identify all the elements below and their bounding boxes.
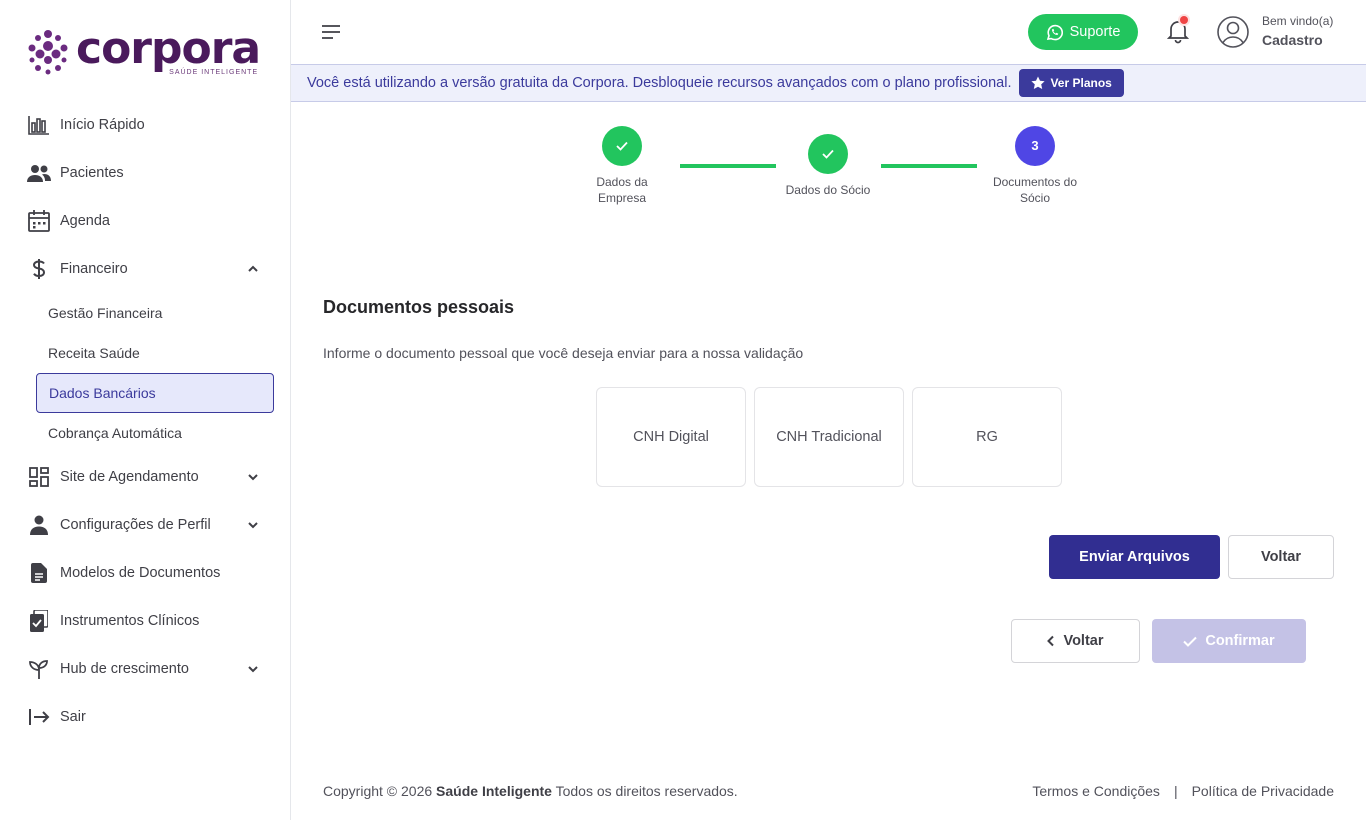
users-icon	[27, 161, 51, 185]
footer-divider: |	[1173, 783, 1178, 799]
check-icon	[616, 141, 628, 151]
step-dados-empresa: Dados da Empresa	[567, 126, 677, 206]
previous-step-button[interactable]: Voltar	[1011, 619, 1140, 663]
view-plans-label: Ver Planos	[1050, 76, 1112, 90]
step-documentos-socio: 3 Documentos do Sócio	[980, 126, 1090, 206]
sidebar-item-modelos-documentos[interactable]: Modelos de Documentos	[0, 549, 290, 597]
support-button-label: Suporte	[1069, 24, 1121, 40]
support-button[interactable]: Suporte	[1028, 14, 1138, 50]
sprout-icon	[27, 657, 51, 681]
copyright-prefix: Copyright © 2026	[323, 783, 433, 799]
sidebar-item-sair[interactable]: Sair	[0, 693, 290, 741]
sidebar-item-label: Início Rápido	[60, 117, 145, 133]
sidebar-item-label: Hub de crescimento	[60, 661, 189, 677]
sidebar-item-configuracoes-perfil[interactable]: Configurações de Perfil	[0, 501, 290, 549]
grid-icon	[27, 465, 51, 489]
chevron-left-icon	[1047, 635, 1055, 647]
step-label: Documentos do	[992, 175, 1078, 189]
upgrade-banner: Você está utilizando a versão gratuita d…	[291, 64, 1366, 102]
sidebar-item-site-agendamento[interactable]: Site de Agendamento	[0, 453, 290, 501]
send-files-button[interactable]: Enviar Arquivos	[1049, 535, 1220, 579]
document-type-options: CNH Digital CNH Tradicional RG	[596, 387, 1062, 487]
check-icon	[822, 149, 834, 159]
sidebar-item-label: Sair	[60, 709, 86, 725]
sidebar-subitem-cobranca-automatica[interactable]: Cobrança Automática	[0, 413, 290, 453]
step-dados-socio: Dados do Sócio	[773, 134, 883, 198]
sidebar-item-label: Financeiro	[60, 261, 128, 277]
sidebar-item-instrumentos-clinicos[interactable]: Instrumentos Clínicos	[0, 597, 290, 645]
logout-icon	[27, 705, 51, 729]
star-icon	[1031, 76, 1046, 89]
sidebar-subitem-gestao-financeira[interactable]: Gestão Financeira	[0, 293, 290, 333]
step-current-circle: 3	[1015, 126, 1055, 166]
user-greeting: Bem vindo(a)	[1262, 14, 1334, 28]
sidebar-item-agenda[interactable]: Agenda	[0, 197, 290, 245]
brand-name: corpora	[76, 23, 261, 74]
app-root: corpora SAÚDE INTELIGENTE Início Rápido	[0, 0, 1366, 820]
sidebar-nav: Início Rápido Pacientes Agenda Financeir…	[0, 101, 290, 741]
check-icon	[1183, 636, 1198, 647]
step-connector	[881, 164, 977, 168]
step-label: Sócio	[1019, 191, 1051, 205]
copyright-suffix: Todos os direitos reservados.	[555, 783, 738, 799]
step-label: Dados do Sócio	[785, 183, 871, 197]
step-complete-circle	[808, 134, 848, 174]
section-description: Informe o documento pessoal que você des…	[323, 345, 804, 361]
whatsapp-icon	[1046, 24, 1063, 40]
sidebar-item-pacientes[interactable]: Pacientes	[0, 149, 290, 197]
sidebar-item-label: Configurações de Perfil	[60, 517, 211, 533]
previous-step-label: Voltar	[1063, 633, 1104, 649]
step-label: Empresa	[597, 191, 647, 205]
brand-tagline: SAÚDE INTELIGENTE	[169, 69, 259, 76]
brand-logo[interactable]: corpora SAÚDE INTELIGENTE	[26, 23, 261, 76]
chevron-down-icon[interactable]	[246, 662, 260, 676]
banner-message: Você está utilizando a versão gratuita d…	[307, 75, 1012, 91]
step-connector	[680, 164, 776, 168]
document-option-cnh-tradicional[interactable]: CNH Tradicional	[754, 387, 904, 487]
bar-chart-icon	[27, 113, 51, 137]
step-label: Dados da	[596, 175, 648, 189]
sidebar-item-label: Site de Agendamento	[60, 469, 199, 485]
back-button[interactable]: Voltar	[1228, 535, 1334, 579]
document-option-cnh-digital[interactable]: CNH Digital	[596, 387, 746, 487]
sidebar-item-label: Agenda	[60, 213, 110, 229]
document-option-rg[interactable]: RG	[912, 387, 1062, 487]
user-icon	[27, 513, 51, 537]
clipboard-icon	[27, 609, 51, 633]
step-complete-circle	[602, 126, 642, 166]
top-header: Suporte Bem vindo(a) Cadastro	[291, 0, 1366, 64]
sidebar-item-hub-crescimento[interactable]: Hub de crescimento	[0, 645, 290, 693]
sidebar-item-label: Modelos de Documentos	[60, 565, 221, 581]
dollar-icon	[27, 257, 51, 281]
menu-toggle-icon[interactable]	[321, 24, 341, 40]
confirm-button[interactable]: Confirmar	[1152, 619, 1306, 663]
view-plans-button[interactable]: Ver Planos	[1019, 69, 1124, 97]
notification-badge	[1180, 16, 1188, 24]
chevron-up-icon[interactable]	[246, 262, 260, 276]
section-title: Documentos pessoais	[323, 297, 515, 317]
sidebar-item-inicio-rapido[interactable]: Início Rápido	[0, 101, 290, 149]
confirm-button-label: Confirmar	[1205, 633, 1275, 649]
logo-dots-icon	[28, 30, 68, 75]
sidebar-item-label: Pacientes	[60, 165, 124, 181]
document-icon	[27, 561, 51, 585]
user-info[interactable]: Bem vindo(a) Cadastro	[1262, 14, 1333, 48]
footer-links: Termos e Condições | Política de Privaci…	[1032, 783, 1334, 799]
calendar-icon	[27, 209, 51, 233]
progress-stepper: Dados da Empresa Dados do Sócio 3 Docume…	[291, 102, 1366, 222]
user-avatar-icon[interactable]	[1217, 16, 1249, 48]
copyright-company: Saúde Inteligente	[436, 783, 552, 799]
sidebar: corpora SAÚDE INTELIGENTE Início Rápido	[0, 0, 291, 820]
privacy-link[interactable]: Política de Privacidade	[1192, 783, 1334, 799]
user-name: Cadastro	[1262, 32, 1323, 48]
chevron-down-icon[interactable]	[246, 518, 260, 532]
sidebar-subitem-receita-saude[interactable]: Receita Saúde	[0, 333, 290, 373]
footer-copyright: Copyright © 2026 Saúde Inteligente Todos…	[323, 783, 738, 799]
sidebar-item-label: Instrumentos Clínicos	[60, 613, 200, 629]
chevron-down-icon[interactable]	[246, 470, 260, 484]
sidebar-item-financeiro[interactable]: Financeiro	[0, 245, 290, 293]
terms-link[interactable]: Termos e Condições	[1032, 783, 1160, 799]
sidebar-subitem-dados-bancarios[interactable]: Dados Bancários	[36, 373, 274, 413]
